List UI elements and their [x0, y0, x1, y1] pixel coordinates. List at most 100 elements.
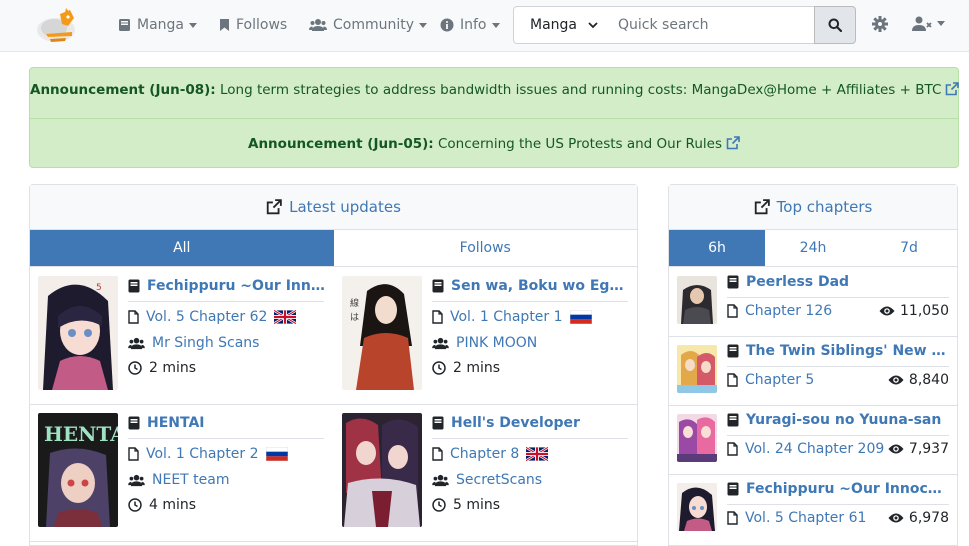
- clock-icon: [432, 498, 446, 512]
- announcement-divider: [30, 118, 958, 119]
- manga-cover[interactable]: [677, 483, 717, 531]
- nav-info-menu[interactable]: Info: [440, 15, 500, 35]
- group-name: Mr Singh Scans: [152, 335, 260, 351]
- divider: [727, 435, 949, 436]
- clock-icon: [432, 361, 446, 375]
- view-count: 8,840: [888, 372, 949, 388]
- divider: [727, 297, 949, 298]
- file-icon: [128, 447, 139, 461]
- users-icon: [128, 474, 145, 486]
- search-type-select[interactable]: Manga: [513, 6, 607, 44]
- manga-title: HENTAI: [147, 415, 205, 431]
- manga-cover[interactable]: 5: [38, 276, 118, 390]
- announcement-link[interactable]: Concerning the US Protests and Our Rules: [438, 136, 740, 152]
- nav-follows-link[interactable]: Follows: [219, 15, 287, 35]
- book-icon: [119, 19, 130, 31]
- group-link[interactable]: PINK MOON: [432, 335, 537, 351]
- book-icon: [128, 279, 140, 293]
- manga-title: Sen wa, Boku wo Egaku: [451, 278, 630, 294]
- manga-cover[interactable]: [677, 276, 717, 324]
- search-button[interactable]: [814, 6, 856, 44]
- mangadex-logo[interactable]: [36, 6, 80, 44]
- manga-title: Hell's Developer: [451, 415, 580, 431]
- group-link[interactable]: NEET team: [128, 472, 230, 488]
- update-time: 2 mins: [128, 360, 196, 376]
- search-type-value: Manga: [530, 17, 577, 33]
- tab-6h[interactable]: 6h: [669, 230, 765, 266]
- book-icon: [727, 482, 739, 496]
- tab-follows[interactable]: Follows: [333, 230, 637, 266]
- divider: [727, 504, 949, 505]
- group-link[interactable]: Mr Singh Scans: [128, 335, 259, 351]
- manga-title-link[interactable]: The Twin Siblings' New Life: [727, 343, 947, 359]
- chapter-link[interactable]: Vol. 5 Chapter 62: [128, 309, 303, 325]
- manga-entry: 5 Fechippuru ~Our Innocent Love~ Vol. 5 …: [30, 268, 326, 393]
- chevron-down-icon: [937, 21, 945, 26]
- quick-search-input[interactable]: [606, 6, 815, 44]
- chapter-label: Chapter 126: [745, 303, 833, 319]
- chapter-link[interactable]: Chapter 5: [727, 372, 814, 388]
- update-time: 4 mins: [128, 497, 196, 513]
- manga-entry: Hell's Developer Chapter 8 SecretScans 5…: [334, 405, 628, 530]
- clock-icon: [128, 361, 142, 375]
- divider: [727, 366, 949, 367]
- nav-follows-label: Follows: [236, 17, 288, 33]
- nav-manga-menu[interactable]: Manga: [118, 15, 197, 35]
- nav-community-menu[interactable]: Community: [309, 15, 428, 35]
- announcement-label: Announcement (Jun-08):: [30, 82, 216, 98]
- chapter-link[interactable]: Vol. 1 Chapter 1: [432, 309, 599, 325]
- manga-cover[interactable]: [677, 345, 717, 393]
- top-chapter-entry: Fechippuru ~Our Innocent Love~ Vol. 5 Ch…: [669, 474, 957, 543]
- manga-title: Yuragi-sou no Yuuna-san: [746, 412, 942, 428]
- chapter-link[interactable]: Vol. 24 Chapter 209: [727, 441, 884, 457]
- manga-title-link[interactable]: Fechippuru ~Our Innocent Love~: [727, 481, 947, 497]
- manga-title-link[interactable]: Hell's Developer: [432, 415, 630, 431]
- search-icon: [828, 18, 842, 32]
- latest-updates-header[interactable]: Latest updates: [30, 185, 637, 230]
- nav-community-label: Community: [333, 17, 415, 33]
- chapter-link[interactable]: Chapter 126: [727, 303, 832, 319]
- flag-gb-icon: [274, 310, 297, 324]
- gear-icon[interactable]: [872, 16, 888, 32]
- chapter-label: Vol. 1 Chapter 2: [146, 446, 259, 462]
- manga-entry: HENTAI HENTAI Vol. 1 Chapter 2 NEET team…: [30, 405, 324, 530]
- row-divider: [30, 541, 637, 542]
- announcement-link[interactable]: Long term strategies to address bandwidt…: [220, 82, 960, 98]
- top-chapters-header[interactable]: Top chapters: [669, 185, 957, 230]
- top-chapters-title: Top chapters: [776, 198, 873, 216]
- manga-title-link[interactable]: Peerless Dad: [727, 274, 947, 290]
- views-label: 8,840: [908, 372, 949, 388]
- manga-title-link[interactable]: Fechippuru ~Our Innocent Love~: [128, 278, 326, 294]
- manga-title-link[interactable]: HENTAI: [128, 415, 326, 431]
- chapter-link[interactable]: Chapter 8: [432, 446, 555, 462]
- chapter-link[interactable]: Vol. 5 Chapter 61: [727, 510, 866, 526]
- manga-cover[interactable]: HENTAI: [38, 413, 118, 527]
- latest-updates-card: Latest updates All Follows 5 Fechippuru …: [29, 184, 638, 546]
- views-label: 6,978: [908, 510, 949, 526]
- manga-entry: 線は Sen wa, Boku wo Egaku Vol. 1 Chapter …: [334, 268, 630, 393]
- book-icon: [727, 275, 739, 289]
- flag-ru-icon: [569, 310, 592, 324]
- users-icon: [432, 474, 449, 486]
- manga-cover[interactable]: [342, 413, 422, 527]
- time-label: 5 mins: [453, 497, 501, 513]
- chapter-link[interactable]: Vol. 1 Chapter 2: [128, 446, 295, 462]
- user-menu[interactable]: [912, 16, 945, 31]
- tab-7d[interactable]: 7d: [861, 230, 957, 266]
- group-name: NEET team: [152, 472, 230, 488]
- group-link[interactable]: SecretScans: [432, 472, 542, 488]
- tab-follows-label: Follows: [459, 240, 511, 256]
- users-icon: [128, 337, 145, 349]
- file-icon: [128, 310, 139, 324]
- tab-24h[interactable]: 24h: [765, 230, 861, 266]
- manga-title-link[interactable]: Yuragi-sou no Yuuna-san: [727, 412, 947, 428]
- manga-cover[interactable]: [677, 414, 717, 462]
- time-label: 2 mins: [149, 360, 197, 376]
- time-label: 2 mins: [453, 360, 501, 376]
- group-name: SecretScans: [456, 472, 543, 488]
- manga-title: The Twin Siblings' New Life: [746, 343, 947, 359]
- view-count: 11,050: [879, 303, 949, 319]
- manga-title-link[interactable]: Sen wa, Boku wo Egaku: [432, 278, 630, 294]
- manga-cover[interactable]: 線は: [342, 276, 422, 390]
- tab-all[interactable]: All: [30, 230, 334, 266]
